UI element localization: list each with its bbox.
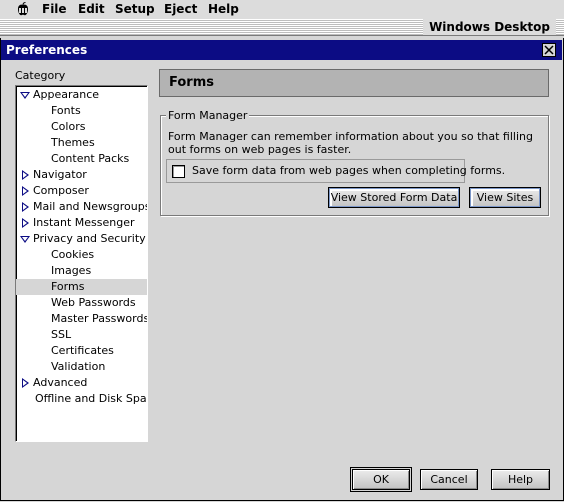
form-manager-group-label: Form Manager	[166, 109, 250, 122]
tree-item-label: Images	[51, 264, 92, 277]
tree-item-privacy-and-security[interactable]: Privacy and Security	[16, 231, 147, 247]
tree-item-appearance[interactable]: Appearance	[16, 87, 147, 103]
tree-item-label: Privacy and Security	[33, 232, 146, 245]
disclosure-expanded-icon[interactable]	[20, 236, 30, 243]
cancel-button[interactable]: Cancel	[420, 469, 478, 490]
tree-item-navigator[interactable]: Navigator	[16, 167, 147, 183]
window-title-bar[interactable]: Preferences	[1, 40, 562, 60]
tree-item-offline-and-disk-space[interactable]: Offline and Disk Space	[16, 391, 147, 407]
tree-item-label: Content Packs	[51, 152, 130, 165]
close-icon[interactable]	[542, 43, 556, 57]
form-manager-description: Form Manager can remember information ab…	[168, 130, 533, 156]
tree-item-images[interactable]: Images	[16, 263, 147, 279]
disclosure-collapsed-icon[interactable]	[22, 186, 29, 196]
category-label: Category	[15, 69, 66, 82]
tree-item-master-passwords[interactable]: Master Passwords	[16, 311, 147, 327]
tree-item-label: Instant Messenger	[33, 216, 135, 229]
disclosure-collapsed-icon[interactable]	[22, 170, 29, 180]
window-title: Preferences	[6, 43, 88, 57]
tree-item-label: Cookies	[51, 248, 95, 261]
disclosure-collapsed-icon[interactable]	[22, 378, 29, 388]
tree-item-label: Advanced	[33, 376, 88, 389]
tree-item-label: Validation	[51, 360, 106, 373]
tree-item-label: Composer	[33, 184, 89, 197]
disclosure-expanded-icon[interactable]	[20, 92, 30, 99]
tree-item-fonts[interactable]: Fonts	[16, 103, 147, 119]
tree-item-forms[interactable]: Forms	[16, 279, 147, 295]
category-tree[interactable]: Appearance Fonts Colors Themes Content Packs…	[15, 85, 148, 442]
tree-item-content-packs[interactable]: Content Packs	[16, 151, 147, 167]
view-sites-button[interactable]: View Sites	[469, 187, 541, 208]
tree-item-ssl[interactable]: SSL	[16, 327, 147, 343]
tree-item-web-passwords[interactable]: Web Passwords	[16, 295, 147, 311]
desktop-window-bar: Windows Desktop	[0, 19, 564, 36]
menu-setup[interactable]: Setup	[115, 2, 155, 16]
save-form-data-label[interactable]: Save form data from web pages when compl…	[192, 164, 505, 177]
tree-item-label: SSL	[51, 328, 72, 341]
tree-item-label: Web Passwords	[51, 296, 136, 309]
desktop-title: Windows Desktop	[423, 19, 556, 35]
tree-item-label: Mail and Newsgroups	[33, 200, 148, 213]
tree-item-label: Navigator	[33, 168, 87, 181]
tree-item-composer[interactable]: Composer	[16, 183, 147, 199]
disclosure-collapsed-icon[interactable]	[22, 218, 29, 228]
tree-item-certificates[interactable]: Certificates	[16, 343, 147, 359]
menu-eject[interactable]: Eject	[164, 2, 197, 16]
apple-icon[interactable]	[14, 2, 32, 17]
panel-header: Forms	[159, 69, 549, 97]
save-form-data-checkbox[interactable]	[172, 165, 185, 178]
disclosure-collapsed-icon[interactable]	[22, 202, 29, 212]
tree-item-mail-and-newsgroups[interactable]: Mail and Newsgroups	[16, 199, 147, 215]
tree-item-label: Colors	[51, 120, 86, 133]
tree-item-label: Themes	[51, 136, 95, 149]
tree-item-advanced[interactable]: Advanced	[16, 375, 147, 391]
tree-item-label: Appearance	[33, 88, 100, 101]
tree-item-themes[interactable]: Themes	[16, 135, 147, 151]
view-stored-form-data-button[interactable]: View Stored Form Data	[328, 187, 460, 208]
tree-item-label: Offline and Disk Space	[35, 392, 148, 405]
tree-item-colors[interactable]: Colors	[16, 119, 147, 135]
menu-file[interactable]: File	[42, 2, 67, 16]
tree-item-validation[interactable]: Validation	[16, 359, 147, 375]
help-button[interactable]: Help	[491, 469, 550, 490]
tree-item-label: Master Passwords	[51, 312, 148, 325]
tree-item-label: Certificates	[51, 344, 114, 357]
tree-item-instant-messenger[interactable]: Instant Messenger	[16, 215, 147, 231]
menu-edit[interactable]: Edit	[78, 2, 105, 16]
tree-item-label: Forms	[51, 280, 85, 293]
menu-bar: File Edit Setup Eject Help	[0, 0, 564, 20]
tree-item-cookies[interactable]: Cookies	[16, 247, 147, 263]
tree-item-label: Fonts	[51, 104, 81, 117]
panel-title: Forms	[169, 75, 214, 90]
menu-help[interactable]: Help	[208, 2, 239, 16]
ok-button[interactable]: OK	[350, 467, 412, 492]
